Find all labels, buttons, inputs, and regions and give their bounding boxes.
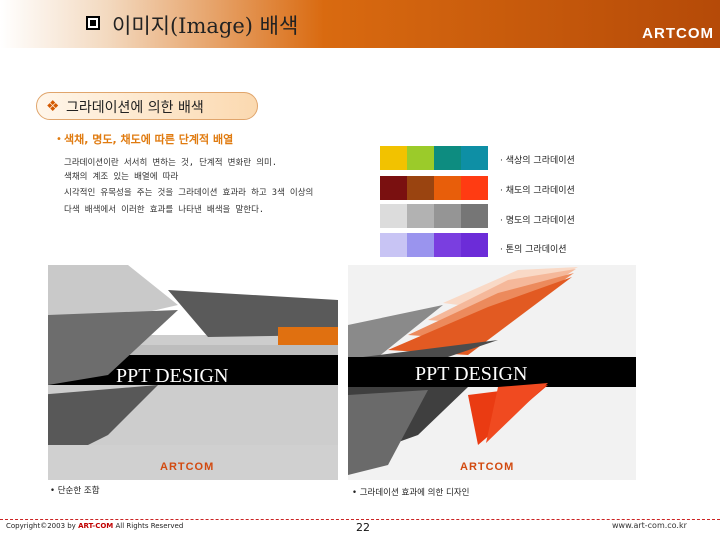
copyright-prefix: Copyright©2003 by (6, 522, 79, 530)
swatch-label: · 톤의 그라데이션 (500, 245, 567, 255)
gradient-design-image: PPT DESIGN ARTCOM (348, 265, 636, 480)
color-swatch (434, 233, 461, 257)
description-line: 다색 배색에서 이러한 효과를 나타낸 배색을 말한다. (64, 205, 265, 215)
color-swatch (461, 146, 488, 170)
image-brand: ARTCOM (160, 461, 215, 473)
color-swatch (461, 233, 488, 257)
description-line: 시각적인 유목성을 주는 것을 그라데이션 효과라 하고 3색 이상의 (64, 188, 314, 198)
color-swatch (380, 176, 407, 200)
description-line: 색채의 계조 있는 배열에 따라 (64, 172, 179, 182)
caption-simple: • 단순한 조합 (50, 486, 100, 496)
color-swatch (380, 146, 407, 170)
design-title: PPT DESIGN (415, 363, 528, 385)
color-swatch (434, 146, 461, 170)
brand-logo: ARTCOM (642, 25, 714, 42)
color-swatch (461, 204, 488, 228)
caption-gradient: • 그라데이션 효과에 의한 디자인 (352, 488, 470, 498)
color-swatch (434, 204, 461, 228)
website-link[interactable]: www.art-com.co.kr (612, 521, 687, 530)
footer-divider (0, 519, 720, 520)
color-swatch (461, 176, 488, 200)
design-title: PPT DESIGN (116, 365, 229, 387)
bullet-icon: • (56, 134, 62, 145)
swatch-label: · 색상의 그라데이션 (500, 156, 575, 166)
page-title: 이미지(Image) 배색 (112, 14, 299, 38)
subsection-title: 색채, 명도, 채도에 따른 단계적 배열 (64, 133, 234, 146)
color-swatch (380, 233, 407, 257)
color-swatch (380, 204, 407, 228)
image-brand: ARTCOM (460, 461, 515, 473)
section-title: 그라데이션에 의한 배색 (66, 100, 204, 116)
swatch-label: · 명도의 그라데이션 (500, 216, 575, 226)
color-swatch (407, 146, 434, 170)
checkbox-bullet-icon (86, 16, 100, 30)
description-line: 그라데이션이란 서서히 변하는 것, 단계적 변화란 의미. (64, 158, 277, 168)
color-swatch (407, 233, 434, 257)
color-swatch (407, 176, 434, 200)
page-number: 22 (356, 521, 370, 534)
simple-combination-image: PPT DESIGN ARTCOM (48, 265, 338, 480)
color-swatch (434, 176, 461, 200)
color-swatch (407, 204, 434, 228)
swatch-label: · 채도의 그라데이션 (500, 186, 575, 196)
diamond-bullet-icon: ❖ (46, 97, 60, 115)
copyright-text: Copyright©2003 by ART-COM All Rights Res… (6, 522, 183, 530)
copyright-suffix: All Rights Reserved (113, 522, 184, 530)
copyright-brand: ART-COM (78, 522, 114, 530)
